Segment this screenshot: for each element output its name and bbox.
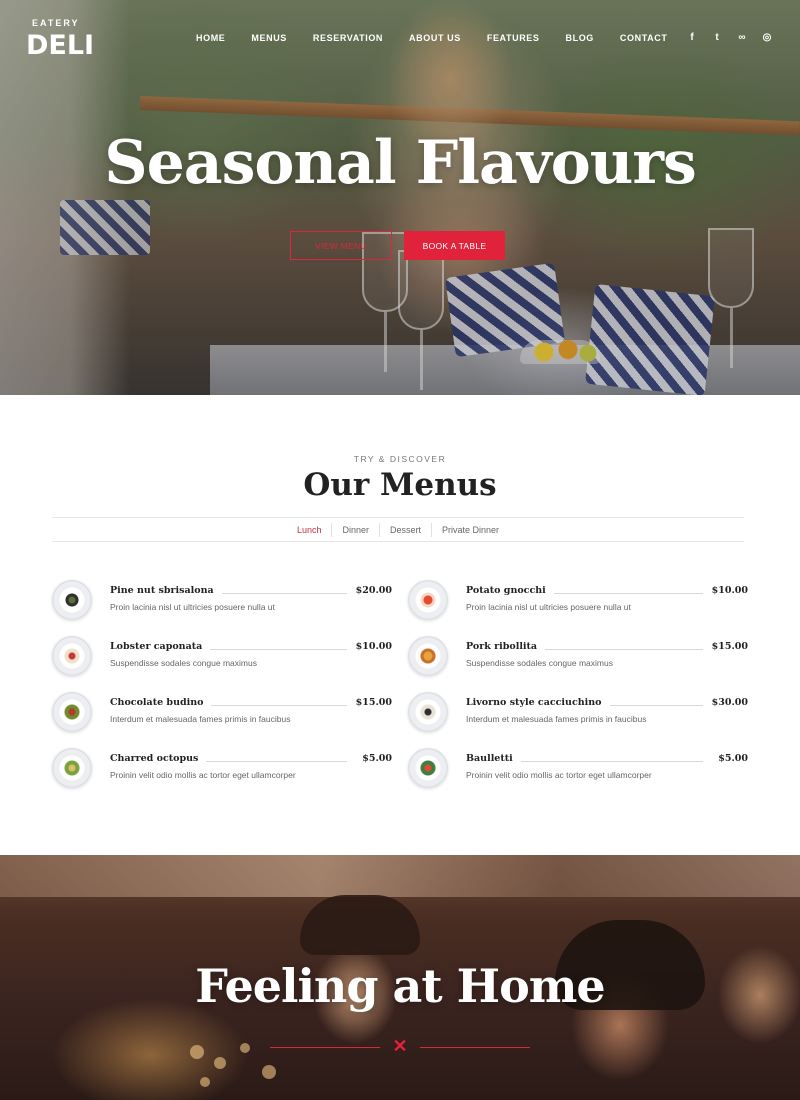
logo-title: DELI xyxy=(26,30,95,61)
menu-item[interactable]: Baulletti $5.00 Proinin velit odio molli… xyxy=(408,748,748,788)
bokeh-light xyxy=(240,1043,250,1053)
feeling-at-home-section: Feeling at Home ✕ xyxy=(0,855,800,1100)
book-table-button[interactable]: BOOK A TABLE xyxy=(404,231,505,260)
dish-name: Baulletti xyxy=(466,753,521,764)
menu-item[interactable]: Pine nut sbrisalona $20.00 Proin lacinia… xyxy=(52,580,392,620)
menu-item[interactable]: Livorno style cacciuchino $30.00 Interdu… xyxy=(408,692,748,732)
dish-price: $15.00 xyxy=(349,697,392,708)
dish-name: Pine nut sbrisalona xyxy=(110,585,222,596)
bokeh-light xyxy=(262,1065,276,1079)
dish-description: Suspendisse sodales congue maximus xyxy=(110,658,257,668)
site-logo[interactable]: EATERY DELI xyxy=(26,18,96,62)
nav-reservation[interactable]: RESERVATION xyxy=(313,33,383,43)
tab-private-dinner[interactable]: Private Dinner xyxy=(431,522,509,537)
dish-image xyxy=(408,580,448,620)
dish-description: Interdum et malesuada fames primis in fa… xyxy=(110,714,291,724)
bokeh-light xyxy=(214,1057,226,1069)
dish-description: Proin lacinia nisl ut ultricies posuere … xyxy=(466,602,631,612)
dish-price: $5.00 xyxy=(712,753,748,764)
section-eyebrow: TRY & DISCOVER xyxy=(353,454,447,464)
menu-tabs: Lunch Dinner Dessert Private Dinner xyxy=(52,517,744,542)
dish-image xyxy=(408,636,448,676)
dish-name: Potato gnocchi xyxy=(466,585,554,596)
divider-line xyxy=(420,1047,530,1048)
menu-item[interactable]: Potato gnocchi $10.00 Proin lacinia nisl… xyxy=(408,580,748,620)
title-divider: ✕ xyxy=(270,1036,530,1056)
logo-subtitle: EATERY xyxy=(32,18,80,28)
home-title: Feeling at Home xyxy=(195,959,605,1013)
social-links: f t ∞ ◎ xyxy=(687,32,772,43)
dish-image xyxy=(52,636,92,676)
dish-price: $5.00 xyxy=(356,753,392,764)
nav-about-us[interactable]: ABOUT US xyxy=(409,33,461,43)
nav-contact[interactable]: CONTACT xyxy=(620,33,668,43)
tab-dinner[interactable]: Dinner xyxy=(331,522,379,537)
divider-line xyxy=(270,1047,380,1048)
dish-name: Pork ribollita xyxy=(466,641,546,652)
dish-description: Suspendisse sodales congue maximus xyxy=(466,658,613,668)
menu-item[interactable]: Pork ribollita $15.00 Suspendisse sodale… xyxy=(408,636,748,676)
home-people-image xyxy=(300,895,420,955)
dish-name: Lobster caponata xyxy=(110,641,211,652)
dish-description: Proinin velit odio mollis ac tortor eget… xyxy=(466,770,652,780)
tab-dessert[interactable]: Dessert xyxy=(379,522,431,537)
tripadvisor-icon[interactable]: ∞ xyxy=(737,32,747,43)
dish-image xyxy=(52,580,92,620)
site-header: EATERY DELI HOME MENUS RESERVATION ABOUT… xyxy=(0,0,800,78)
menu-item[interactable]: Lobster caponata $10.00 Suspendisse soda… xyxy=(52,636,392,676)
twitter-icon[interactable]: t xyxy=(712,32,722,43)
instagram-icon[interactable]: ◎ xyxy=(762,32,772,43)
dish-price: $30.00 xyxy=(705,697,748,708)
nav-blog[interactable]: BLOG xyxy=(566,33,594,43)
bokeh-light xyxy=(200,1077,210,1087)
tab-lunch[interactable]: Lunch xyxy=(287,523,332,537)
dish-description: Interdum et malesuada fames primis in fa… xyxy=(466,714,647,724)
menu-items-grid: Pine nut sbrisalona $20.00 Proin lacinia… xyxy=(52,580,748,788)
nav-home[interactable]: HOME xyxy=(196,33,225,43)
hero-section: EATERY DELI HOME MENUS RESERVATION ABOUT… xyxy=(0,0,800,395)
menu-item[interactable]: Chocolate budino $15.00 Interdum et male… xyxy=(52,692,392,732)
dish-image xyxy=(408,748,448,788)
dish-price: $15.00 xyxy=(705,641,748,652)
dish-price: $20.00 xyxy=(349,585,392,596)
cutlery-icon: ✕ xyxy=(392,1036,408,1056)
section-title: Our Menus xyxy=(303,467,497,503)
dish-name: Chocolate budino xyxy=(110,697,212,708)
bokeh-light xyxy=(190,1045,204,1059)
menus-section: TRY & DISCOVER Our Menus Lunch Dinner De… xyxy=(0,395,800,855)
dish-name: Livorno style cacciuchino xyxy=(466,697,610,708)
dish-price: $10.00 xyxy=(705,585,748,596)
dish-price: $10.00 xyxy=(349,641,392,652)
dish-description: Proin lacinia nisl ut ultricies posuere … xyxy=(110,602,275,612)
menu-item[interactable]: Charred octopus $5.00 Proinin velit odio… xyxy=(52,748,392,788)
hero-title: Seasonal Flavours xyxy=(104,128,697,198)
hero-buttons: VIEW MENU BOOK A TABLE xyxy=(290,231,505,260)
dish-name: Charred octopus xyxy=(110,753,207,764)
nav-features[interactable]: FEATURES xyxy=(487,33,540,43)
dish-image xyxy=(408,692,448,732)
dish-description: Proinin velit odio mollis ac tortor eget… xyxy=(110,770,296,780)
nav-menus[interactable]: MENUS xyxy=(251,33,287,43)
home-background-band xyxy=(0,855,800,897)
main-nav: HOME MENUS RESERVATION ABOUT US FEATURES… xyxy=(196,33,693,43)
dish-image xyxy=(52,748,92,788)
dish-image xyxy=(52,692,92,732)
view-menu-button[interactable]: VIEW MENU xyxy=(290,231,392,260)
facebook-icon[interactable]: f xyxy=(687,32,697,43)
